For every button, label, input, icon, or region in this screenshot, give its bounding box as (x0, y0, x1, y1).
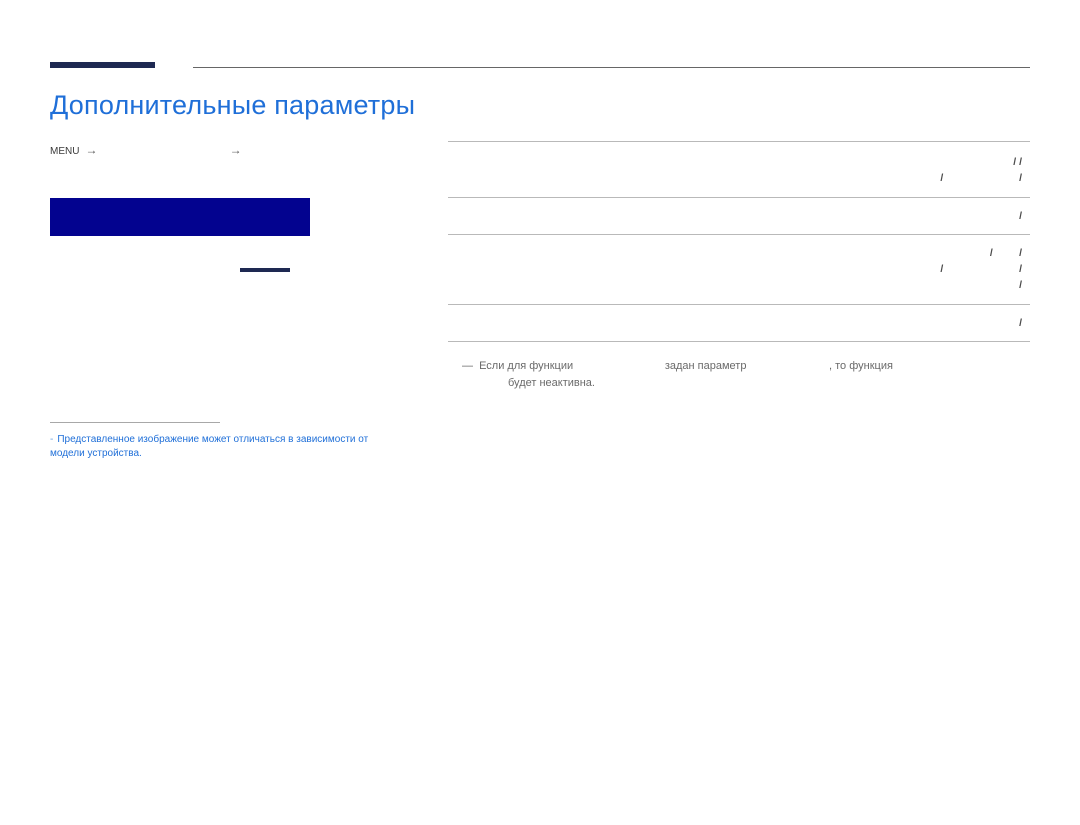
param-desc: / / / / (598, 142, 1030, 198)
menu-icon: MENU (50, 146, 79, 157)
table-row: / (448, 304, 1030, 341)
menu-mock-indicator (240, 268, 290, 272)
param-desc: / (598, 197, 1030, 234)
note: ― Если для функции задан параметр , то ф… (448, 358, 1030, 392)
header-accent-bar (50, 62, 155, 68)
param-key (448, 197, 598, 234)
menu-mock-bar (50, 198, 310, 236)
table-row: / (448, 197, 1030, 234)
param-key (448, 304, 598, 341)
param-desc: / (598, 304, 1030, 341)
footnote-rule (50, 422, 220, 423)
breadcrumb: MENU → → (50, 141, 400, 160)
arrow-icon: → (227, 143, 245, 157)
param-desc: / / / / / (598, 234, 1030, 304)
header-rule (193, 67, 1030, 68)
params-table: / / / / / (448, 141, 1030, 342)
page-title: Дополнительные параметры (50, 90, 1030, 121)
arrow-icon: → (83, 143, 101, 157)
table-row: / / / / / (448, 234, 1030, 304)
param-key (448, 234, 598, 304)
footnote: -Представленное изображение может отлича… (50, 433, 400, 462)
param-key (448, 142, 598, 198)
table-row: / / / / (448, 142, 1030, 198)
